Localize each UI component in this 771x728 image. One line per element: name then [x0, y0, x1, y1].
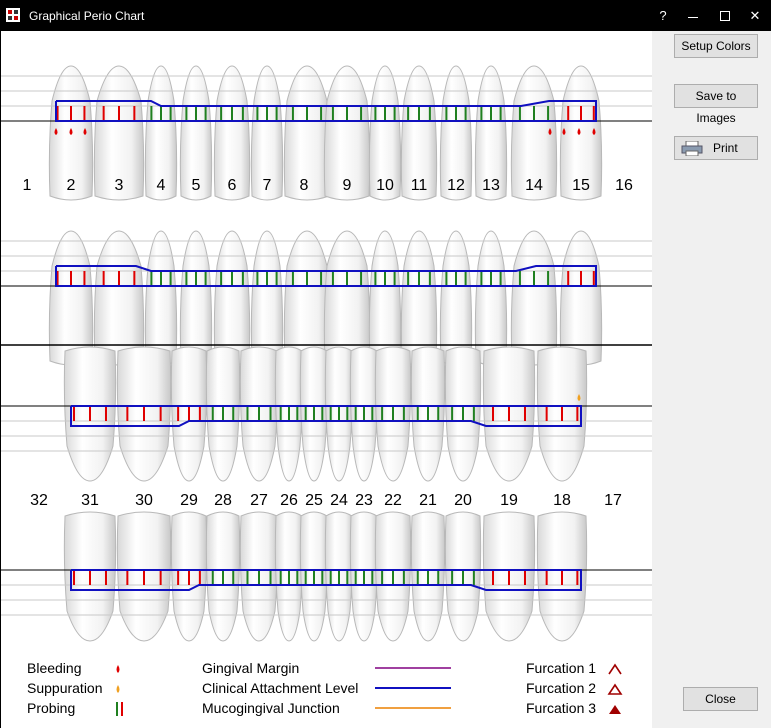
upper-tooth-number-2: 2	[66, 177, 76, 194]
gingival-margin-line-icon	[375, 667, 451, 669]
title-bar: Graphical Perio Chart ? ✕	[0, 0, 771, 31]
upper-tooth-number-5: 5	[191, 177, 201, 194]
lower-tooth-number-21: 21	[419, 492, 437, 509]
lower-tooth-number-23: 23	[355, 492, 373, 509]
minimize-icon	[688, 17, 698, 18]
lower-tooth-number-31: 31	[81, 492, 99, 509]
lower-tooth-number-25: 25	[305, 492, 323, 509]
printer-icon	[681, 141, 703, 156]
furcation3-icon	[609, 705, 621, 714]
legend-furcation1-label: Furcation 1	[526, 660, 597, 676]
save-to-images-button[interactable]: Save to Images	[674, 84, 758, 125]
lower-tooth-number-17: 17	[604, 492, 622, 509]
upper-tooth-number-1: 1	[22, 177, 32, 194]
mucogingival-line-icon	[375, 707, 451, 709]
upper-tooth-number-11: 11	[410, 177, 428, 194]
app-icon	[6, 8, 20, 22]
legend-furcation3-label: Furcation 3	[526, 700, 597, 716]
lower-tooth-number-24: 24	[330, 492, 348, 509]
lower-tooth-number-29: 29	[180, 492, 198, 509]
bleeding-drop-icon	[116, 665, 120, 673]
upper-tooth-number-9: 9	[342, 177, 352, 194]
print-label: Print	[713, 141, 738, 155]
upper-tooth-number-6: 6	[227, 177, 237, 194]
legend-probing-label: Probing	[27, 700, 76, 716]
upper-tooth-number-7: 7	[262, 177, 272, 194]
setup-colors-button[interactable]: Setup Colors	[674, 34, 758, 58]
legend-mucogingival-label: Mucogingival Junction	[202, 700, 340, 716]
cal-line-icon	[375, 687, 451, 689]
upper-tooth-number-10: 10	[376, 177, 394, 194]
maximize-icon	[720, 11, 730, 21]
lower-tooth-number-18: 18	[553, 492, 571, 509]
upper-tooth-number-15: 15	[572, 177, 590, 194]
probing-bars-icon	[116, 702, 123, 716]
minimize-button[interactable]	[682, 6, 704, 26]
lower-tooth-number-22: 22	[384, 492, 402, 509]
close-window-button[interactable]: ✕	[744, 6, 766, 26]
perio-chart-area: 1 2 3 4 5 6 7 8 9 10 11 12 13 14 15 16 32 31 30 29 28 27 26 25…	[1, 31, 652, 728]
upper-tooth-number-12: 12	[447, 177, 465, 194]
lower-tooth-number-26: 26	[280, 492, 298, 509]
upper-tooth-number-8: 8	[299, 177, 309, 194]
help-button[interactable]: ?	[652, 6, 674, 26]
lower-tooth-number-32: 32	[30, 492, 48, 509]
suppuration-drop-icon	[116, 685, 120, 693]
maximize-button[interactable]	[714, 6, 736, 26]
upper-tooth-number-4: 4	[156, 177, 166, 194]
furcation1-icon	[608, 663, 622, 675]
upper-tooth-number-3: 3	[114, 177, 124, 194]
lower-tooth-number-30: 30	[135, 492, 153, 509]
lower-tooth-number-27: 27	[250, 492, 268, 509]
upper-tooth-number-13: 13	[482, 177, 500, 194]
close-button[interactable]: Close	[683, 687, 758, 711]
legend-suppuration-label: Suppuration	[27, 680, 103, 696]
lower-tooth-number-28: 28	[214, 492, 232, 509]
furcation2-icon	[607, 683, 623, 695]
legend-bleeding-label: Bleeding	[27, 660, 82, 676]
upper-tooth-number-14: 14	[525, 177, 543, 194]
legend-furcation2-label: Furcation 2	[526, 680, 597, 696]
side-panel: Setup Colors Save to Images Print Close	[652, 31, 771, 728]
perio-chart-svg	[1, 65, 652, 642]
window-title: Graphical Perio Chart	[29, 9, 145, 23]
print-button[interactable]: Print	[674, 136, 758, 160]
lower-tooth-number-19: 19	[500, 492, 518, 509]
legend-cal-label: Clinical Attachment Level	[202, 680, 359, 696]
legend-gingival-label: Gingival Margin	[202, 660, 300, 676]
lower-tooth-number-20: 20	[454, 492, 472, 509]
upper-tooth-number-16: 16	[615, 177, 633, 194]
